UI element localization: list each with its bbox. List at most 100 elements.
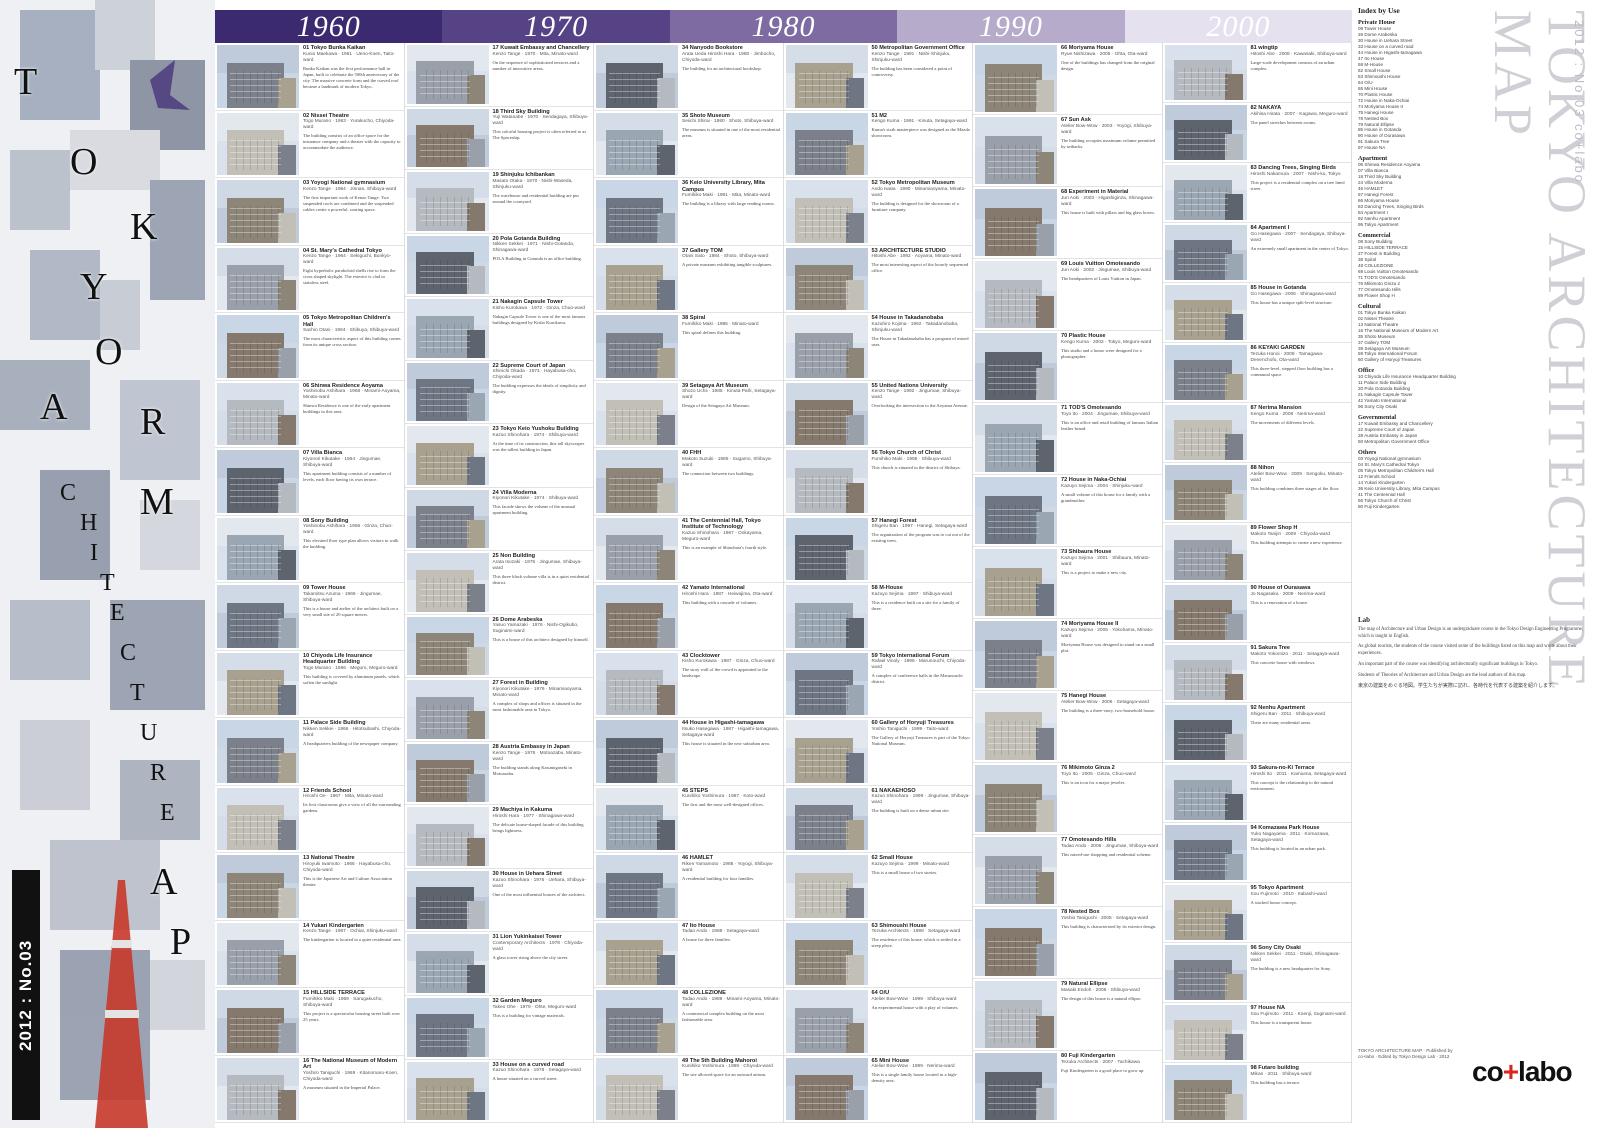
entry-title: 83 Dancing Trees, Singing Birds: [1250, 165, 1336, 171]
building-entry: 61 NAKAEHOSO Kazuo Shinohara · 1999 · Jin…: [783, 786, 972, 853]
entry-meta: Kazuyo Sejima · 2005 · Yokohama, Minato-…: [1061, 627, 1154, 639]
entry-description: The building for an architectural booksh…: [682, 65, 762, 71]
entry-meta: Seiichi Shirai · 1980 · Shoto, Shibuya-w…: [682, 119, 774, 125]
building-entry: 65 Mini House Atelier Bow-Wow · 1999 · Ne…: [783, 1056, 972, 1123]
entry-description: The kindergarten is located in a quiet r…: [303, 937, 402, 943]
entry-meta: Kiyonori Kikutake · 1974 · Shibuya-ward: [492, 496, 579, 502]
building-entry: 30 House in Uehara Street Kazuo Shinohara…: [404, 869, 593, 933]
entry-description: The warehouse and residential building a…: [492, 192, 579, 204]
entry-text: 30 House in Uehara Street Kazuo Shinohara…: [489, 871, 592, 930]
entries-column: 01 Tokyo Bunka Kaikan Kunio Maekawa · 196…: [215, 43, 405, 1123]
building-photo: [406, 807, 489, 866]
entry-meta: Kazuyo Sejima · 2004 · Shinjuku-ward: [1061, 483, 1143, 489]
entry-text: 25 Non Building Arata Isozaki · 1975 · Ji…: [489, 553, 592, 612]
entry-text: 43 Clocktower Kisho Kurokawa · 1987 · Gin…: [678, 653, 781, 716]
entry-text: 86 KEYAKI GARDEN Tezuka Hanoi · 2008 · Ta…: [1247, 345, 1350, 400]
entry-description: This building is covered by aluminum pan…: [303, 673, 400, 685]
building-entry: 85 House in Gotanda Go Hasegawa · 2006 · …: [1162, 283, 1351, 343]
entry-description: This building is located in an urban par…: [1250, 845, 1327, 851]
entry-title: 92 Nenhu Apartment: [1250, 705, 1306, 711]
entry-text: 55 United Nations University Kenzo Tange …: [868, 383, 971, 446]
building-photo: [785, 450, 868, 513]
entry-meta: Hitoshi Abe · 1992 · Aoyama, Minato-ward: [871, 254, 962, 260]
entry-title: 64 O/U: [871, 990, 890, 996]
entry-meta: Yuko Nagayama · 2011 · Komazawa, Setagay…: [1250, 831, 1330, 843]
entry-description: This three-level, stepped floor building…: [1250, 365, 1333, 377]
building-photo: [975, 837, 1057, 904]
entry-text: 79 Natural Ellipse Masaki Endoh · 2008 · …: [1057, 981, 1160, 1048]
entry-title: 79 Natural Ellipse: [1061, 981, 1108, 987]
building-photo: [217, 1057, 299, 1120]
entry-text: 48 COLLEZIONE Tadao Ando · 1989 · Minami-…: [678, 990, 781, 1053]
entries-column: 81 wingtip Hitoshi Abe · 2008 · Kawasaki,…: [1162, 43, 1352, 1123]
entry-meta: Itsuko Hasegawa · 1987 · Higashi-tamagaw…: [682, 726, 780, 738]
building-photo: [217, 382, 299, 445]
entry-description: A residential building for four families…: [682, 875, 755, 881]
building-entry: 64 O/U Atelier Bow-Wow · 1999 · Shibuya-w…: [783, 988, 972, 1056]
building-photo: [596, 922, 678, 985]
index-item-label: 97 House NA: [1358, 145, 1386, 151]
entry-text: 93 Sakura-no-Ki Terrace Hiroshi Ito · 201…: [1247, 765, 1350, 820]
building-entry: 45 STEPS Kunihiko Yoshimura · 1987 · Koto…: [594, 786, 783, 853]
entry-description: The most interesting aspect of the loose…: [871, 262, 969, 274]
building-entry: 70 Plastic House Kengo Kuma · 2002 · Toky…: [973, 331, 1162, 403]
entry-text: 20 Pola Gotanda Building Nikken Sekkei · …: [489, 236, 592, 295]
entry-text: 24 Villa Moderna Kiyonori Kikutake · 1974…: [489, 490, 592, 549]
entry-meta: Atelier Bow-Wow · 1999 · Shibuya-ward: [871, 996, 957, 1002]
index-category: Apartment: [1358, 155, 1388, 163]
entry-meta: Arata Isozaki · 1975 · Jingumae, Shibuya…: [492, 559, 582, 571]
entry-description: The first and the most well-designed off…: [682, 802, 764, 808]
building-photo: [785, 855, 868, 918]
entry-meta: Hiroshi Nakamura · 2007 · Nishi-ku, Toky…: [1250, 171, 1341, 177]
entry-meta: Mikan · 2011 · Shibuya-ward: [1250, 1071, 1312, 1077]
index-category: Cultural: [1358, 302, 1381, 310]
entry-description: This is an example of Shinohara's fourth…: [682, 544, 768, 550]
entry-text: 83 Dancing Trees, Singing Birds Hiroshi N…: [1247, 165, 1350, 220]
entry-title: 46 HAMLET: [682, 855, 714, 861]
entry-title: 84 Apartment I: [1250, 225, 1290, 231]
entry-meta: Kazuo Shinohara · 1999 · Jingumae, Shibu…: [871, 794, 970, 806]
credits-text: TOKYO ARCHITECTURE MAP · Published by co…: [1358, 1048, 1453, 1060]
left-collage-column: T O K Y O A R C H I T E C T U R E M A P …: [0, 0, 215, 1128]
building-photo: [1164, 885, 1247, 940]
entry-text: 37 Gallery TOM Otani Sato · 1984 · Shoto,…: [678, 248, 781, 311]
entry-title: 13 National Theatre: [303, 855, 355, 861]
entry-text: 88 Nihon Atelier Bow-Wow · 2009 · Sengoku…: [1247, 465, 1350, 520]
entry-text: 38 Spiral Fumihiko Maki · 1985 · Minato-w…: [678, 315, 781, 378]
about-paragraph: The map of Architecture and Urban Design…: [1358, 627, 1584, 639]
entry-title: 27 Forest in Building: [492, 680, 548, 687]
entry-text: 90 House of Ourasawa Jo Nagasaka · 2009 ·…: [1247, 585, 1350, 640]
building-entry: 27 Forest in Building Kiyonori Kikutake ·…: [404, 678, 593, 742]
entry-title: 07 Villa Bianca: [303, 450, 343, 456]
building-entry: 03 Yoyogi National gymnasium Kenzo Tange …: [215, 178, 404, 246]
building-photo: [975, 405, 1057, 472]
entry-text: 27 Forest in Building Kiyonori Kikutake ·…: [489, 680, 592, 739]
entry-description: This is a renovation of a house.: [1250, 599, 1309, 605]
title-letter: H: [80, 510, 98, 536]
building-photo: [406, 172, 489, 231]
building-photo: [785, 45, 868, 108]
building-photo: [1164, 525, 1247, 580]
entry-meta: Makoto Yokomizo · 2011 · Setagaya-ward: [1250, 651, 1340, 657]
building-entry: 92 Nenhu Apartment Shigeru Ban · 2011 · S…: [1162, 703, 1351, 763]
building-photo: [975, 981, 1057, 1048]
building-photo: [406, 235, 489, 295]
index-category: Others: [1358, 449, 1377, 457]
building-photo: [596, 855, 678, 918]
entry-text: 16 The National Museum of Modern Art Yosh…: [299, 1058, 402, 1121]
logo-part: co: [1472, 1056, 1504, 1087]
building-entry: 90 House of Ourasawa Jo Nagasaka · 2009 ·…: [1162, 583, 1351, 643]
entry-text: 54 House in Takadanobaba Kazuhiro Kojima …: [868, 315, 971, 378]
entry-meta: Kazuo Shinohara · 1976 · Uehara, Shibuya…: [492, 877, 586, 889]
building-entry: 68 Experiment in Material Jun Aoki · 2003…: [973, 187, 1162, 259]
building-entry: 63 Shimoushi House Tezuka Architects · 19…: [783, 921, 972, 988]
entry-meta: Ryue Nishizawa · 2005 · Ohta, Ota-ward: [1061, 51, 1148, 57]
entry-text: 89 Flower Shop H Makoto Tanijiri · 2009 ·…: [1247, 525, 1350, 580]
building-entry: 31 Lion Yukinkaisei Tower Contemporary Ar…: [404, 932, 593, 996]
building-entry: 15 HILLSIDE TERRACE Fumihiko Maki · 1969 …: [215, 988, 404, 1056]
entry-meta: Go Hasegawa · 2006 · Shinagawa-ward: [1250, 291, 1336, 297]
entry-title: 95 Tokyo Apartment: [1250, 885, 1304, 891]
entry-description: The building is a library with large rea…: [682, 201, 775, 207]
building-photo: [596, 720, 678, 783]
entry-title: 94 Komazawa Park House: [1250, 825, 1320, 831]
